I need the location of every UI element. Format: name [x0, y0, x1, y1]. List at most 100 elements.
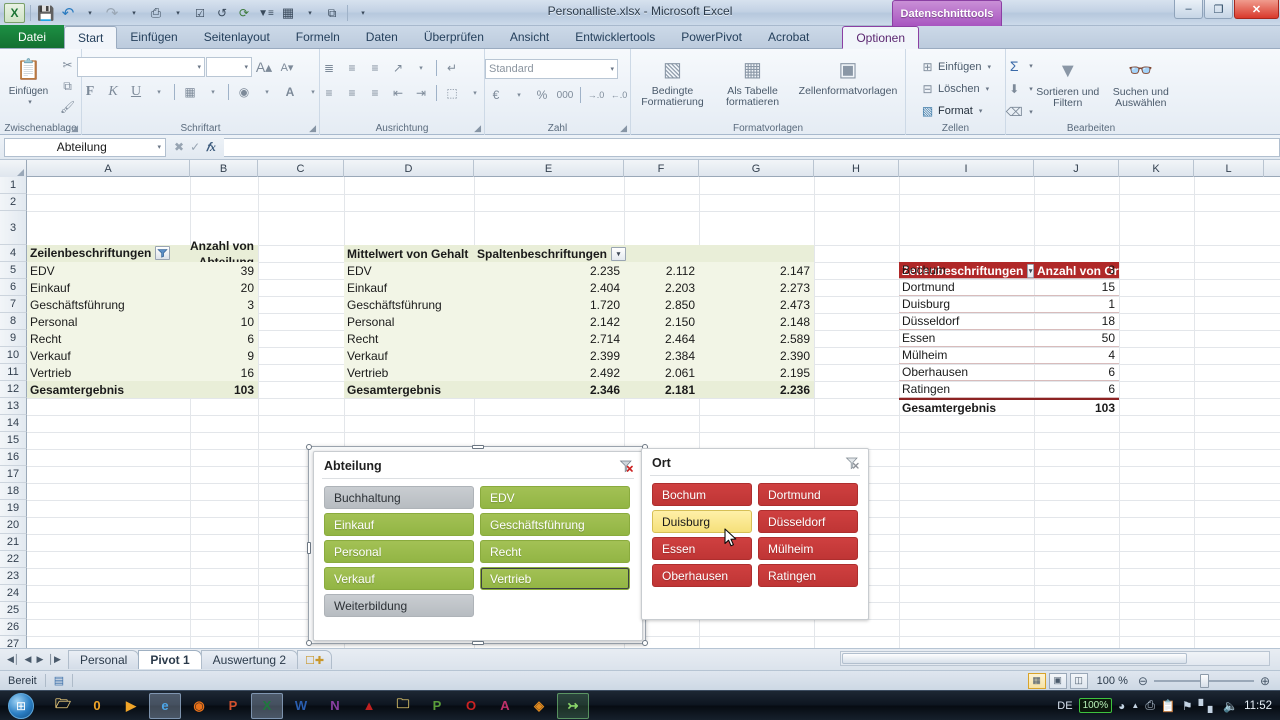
tab-einfuegen[interactable]: Einfügen: [117, 26, 190, 48]
pivot-gehalt-value-total[interactable]: 2.273: [699, 279, 814, 296]
macro-record-icon[interactable]: ▤: [54, 674, 64, 687]
row-header-14[interactable]: 14: [0, 415, 27, 432]
thousands-format-icon[interactable]: 000: [554, 85, 576, 105]
battery-percent-badge[interactable]: 100%: [1078, 698, 1113, 713]
slicer-abteilung-item-einkauf[interactable]: Einkauf: [324, 513, 474, 536]
font-color-icon[interactable]: A: [279, 82, 301, 102]
font-size-combo[interactable]: ▾: [206, 57, 252, 77]
tab-ueberpruefen[interactable]: Überprüfen: [411, 26, 497, 48]
pivot-ort-row-value[interactable]: 4: [1034, 347, 1119, 364]
sheet-tab-auswertung-2[interactable]: Auswertung 2: [200, 650, 299, 669]
media-center-icon[interactable]: ▶: [115, 693, 147, 719]
zoom-slider[interactable]: [1153, 673, 1254, 688]
powerpoint-icon[interactable]: P: [217, 693, 249, 719]
network-icon[interactable]: ⎙: [1145, 698, 1155, 713]
paste-dropdown-icon[interactable]: ▾: [28, 97, 32, 108]
number-format-combo[interactable]: Standard ▾: [485, 59, 618, 79]
row-header-15[interactable]: 15: [0, 432, 27, 449]
currency-dropdown-icon[interactable]: ▾: [508, 85, 530, 105]
prev-sheet-icon[interactable]: ◀: [25, 654, 32, 665]
format-as-table-button[interactable]: ▦ Als Tabelle formatieren: [716, 54, 790, 108]
pivot-ort-row-label[interactable]: Mülheim: [899, 347, 1034, 364]
pivot-abteilung-row-value[interactable]: 20: [190, 279, 258, 296]
pivot-ort-row-value[interactable]: 1: [1034, 296, 1119, 313]
wrap-text-icon[interactable]: ↵: [441, 58, 463, 78]
slicer-abteilung-item-verkauf[interactable]: Verkauf: [324, 567, 474, 590]
align-center-icon[interactable]: ≡: [341, 83, 363, 103]
decrease-indent-icon[interactable]: ⇤: [387, 83, 409, 103]
slicer-abteilung-item-edv[interactable]: EDV: [480, 486, 630, 509]
column-header-i[interactable]: I: [899, 160, 1034, 177]
zoom-slider-thumb[interactable]: [1199, 673, 1209, 688]
pivot-abteilung-total-value[interactable]: 103: [190, 381, 258, 398]
next-sheet-icon[interactable]: ▶: [36, 654, 43, 665]
last-sheet-icon[interactable]: │▶: [48, 654, 61, 665]
pivot-gehalt-row-label[interactable]: Vertrieb: [344, 364, 474, 381]
row-header-22[interactable]: 22: [0, 551, 27, 568]
pivot-gehalt-total-frau[interactable]: 2.346: [474, 381, 624, 398]
row-header-25[interactable]: 25: [0, 602, 27, 619]
column-header-h[interactable]: H: [814, 160, 899, 177]
pivot-gehalt-value-frau[interactable]: 2.399: [474, 347, 624, 364]
row-header-21[interactable]: 21: [0, 534, 27, 551]
row-header-1[interactable]: 1: [0, 177, 27, 194]
clear-icon[interactable]: ⌫: [1003, 102, 1025, 122]
bold-button[interactable]: F: [79, 82, 101, 102]
paste-button[interactable]: 📋 Einfügen ▾: [3, 52, 55, 108]
pivot-ort-row-label[interactable]: Bochum: [899, 262, 1034, 279]
formula-bar-buttons[interactable]: ✖ ✓ 𝑓x: [166, 140, 224, 155]
align-top-icon[interactable]: ≣: [318, 58, 340, 78]
signal-icon[interactable]: ▘▖: [1199, 699, 1217, 713]
horizontal-scrollbar-thumb[interactable]: [842, 653, 1187, 664]
clear-filter-icon[interactable]: [618, 458, 634, 474]
merge-cells-icon[interactable]: ⬚: [441, 83, 463, 103]
onenote-icon[interactable]: N: [319, 693, 351, 719]
sheet-nav-buttons[interactable]: ◀│ ◀ ▶ │▶: [0, 654, 68, 665]
row-header-9[interactable]: 9: [0, 330, 27, 347]
increase-decimal-icon[interactable]: →.0: [585, 85, 607, 105]
pivot-abteilung-row-label[interactable]: Geschäftsführung: [27, 296, 190, 313]
row-header-16[interactable]: 16: [0, 449, 27, 466]
access-icon[interactable]: A: [489, 693, 521, 719]
pivot-gehalt-value-total[interactable]: 2.390: [699, 347, 814, 364]
chevron-down-icon[interactable]: ▾: [979, 107, 983, 115]
pivot-ort-row-value[interactable]: 18: [1034, 313, 1119, 330]
borders-dropdown-icon[interactable]: ▾: [202, 82, 224, 102]
row-headers[interactable]: 1 2 3 4 5 6 7 8 9 10 11 12 13 14 15 16 17 18 19 20 21 22 23 24 2…: [0, 177, 27, 648]
pivot-gehalt-col-header-pad[interactable]: [699, 245, 814, 262]
pivot-ort-row-value[interactable]: 6: [1034, 364, 1119, 381]
battery-icon[interactable]: ◕: [1118, 699, 1125, 713]
media-player-icon[interactable]: 0: [81, 693, 113, 719]
slicer-abteilung-item-weiterbildung[interactable]: Weiterbildung: [324, 594, 474, 617]
align-left-icon[interactable]: ≡: [318, 83, 340, 103]
slicer-abteilung-item-gesch-ftsf-hrung[interactable]: Geschäftsführung: [480, 513, 630, 536]
font-dialog-launcher-icon[interactable]: ◢: [309, 123, 316, 134]
pivot-ort-total-label[interactable]: Gesamtergebnis: [899, 398, 1034, 415]
tab-datei[interactable]: Datei: [0, 25, 65, 48]
pivot-gehalt-value-frau[interactable]: 2.142: [474, 313, 624, 330]
slicer-ort-item-ratingen[interactable]: Ratingen: [758, 564, 858, 587]
column-header-b[interactable]: B: [190, 160, 258, 177]
row-header-8[interactable]: 8: [0, 313, 27, 330]
row-header-26[interactable]: 26: [0, 619, 27, 636]
firefox-icon[interactable]: ◉: [183, 693, 215, 719]
pivot-abteilung-row-value[interactable]: 16: [190, 364, 258, 381]
column-header-k[interactable]: K: [1119, 160, 1194, 177]
fill-color-dropdown-icon[interactable]: ▾: [256, 82, 278, 102]
select-all-corner[interactable]: [0, 160, 27, 177]
tab-start[interactable]: Start: [64, 26, 118, 49]
pivot-abteilung-row-label[interactable]: Verkauf: [27, 347, 190, 364]
sheet-tab-pivot-1[interactable]: Pivot 1: [138, 650, 202, 669]
slicer-ort-item-oberhausen[interactable]: Oberhausen: [652, 564, 752, 587]
resize-handle-n[interactable]: [472, 445, 484, 449]
pivot-ort-row-label[interactable]: Essen: [899, 330, 1034, 347]
delete-cells-button[interactable]: ⊟ Löschen ▾: [917, 78, 992, 99]
sort-filter-button[interactable]: ▼ Sortieren und Filtern: [1035, 55, 1101, 109]
pivot-abteilung-value-header-cell[interactable]: Anzahl vonAbteilung: [190, 239, 258, 269]
shrink-font-icon[interactable]: A▾: [276, 57, 298, 77]
slicer-ort[interactable]: Ort Bochum Dortmund Duisburg Düsseldorf Esse…: [641, 448, 869, 620]
row-header-19[interactable]: 19: [0, 500, 27, 517]
show-hidden-icons-icon[interactable]: ▲: [1131, 701, 1139, 710]
pivot-abteilung-row-value[interactable]: 39: [190, 262, 258, 279]
column-header-d[interactable]: D: [344, 160, 474, 177]
